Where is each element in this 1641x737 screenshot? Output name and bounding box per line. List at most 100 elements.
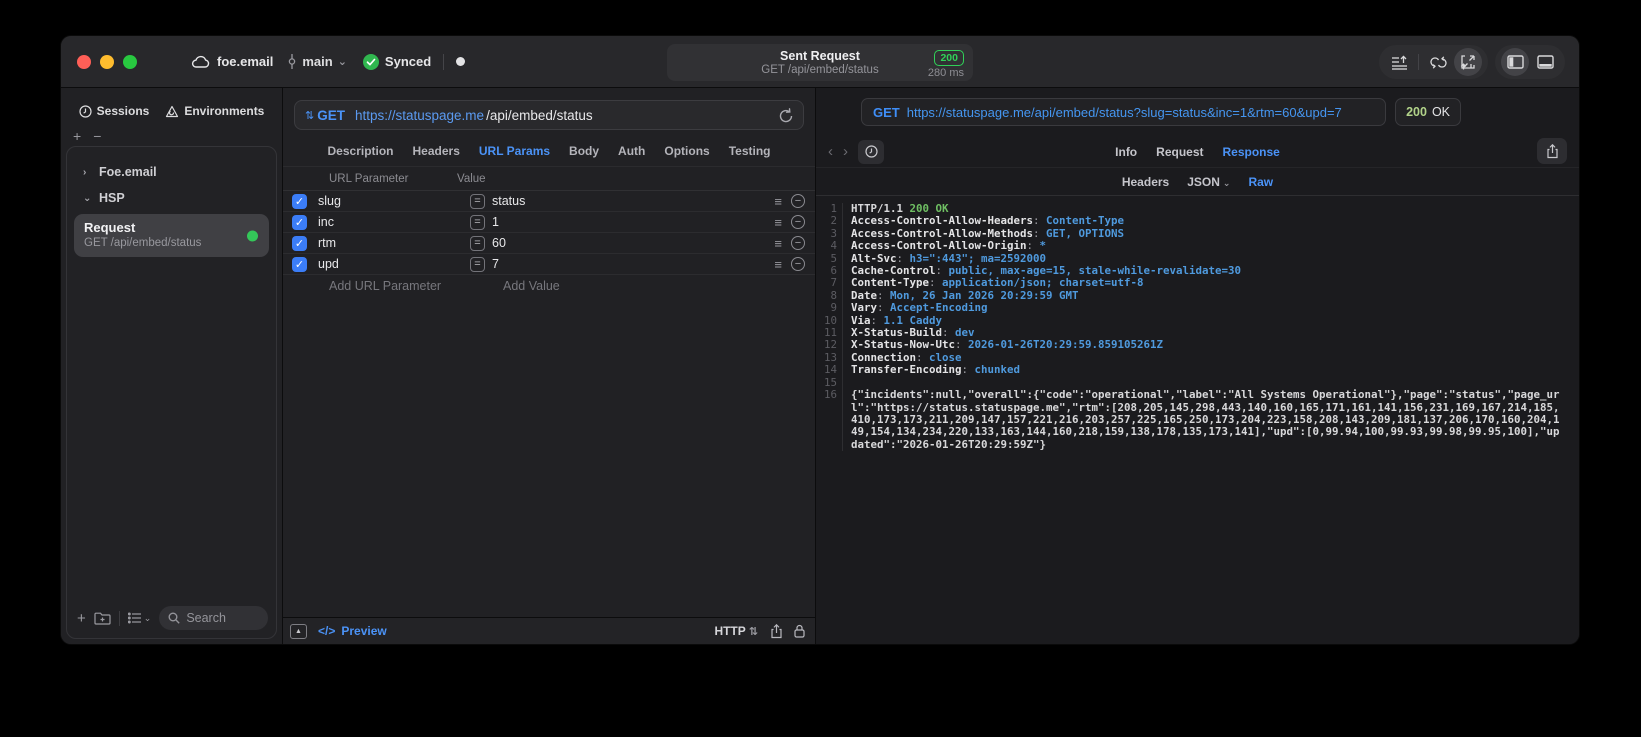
param-enabled-checkbox[interactable]: ✓ xyxy=(292,256,307,272)
response-body[interactable]: 1 HTTP/1.1 200 OK 2 Access-Control-Allow-He… xyxy=(816,196,1579,644)
method-updown-icon: ⇅ xyxy=(305,109,315,122)
add-value-placeholder[interactable]: Add Value xyxy=(503,279,560,293)
remove-session-button[interactable]: − xyxy=(93,128,101,144)
line-number: 9 xyxy=(816,301,843,315)
equals-icon: = xyxy=(470,235,485,251)
protocol-selector[interactable]: HTTP ⇅ xyxy=(714,624,759,638)
response-subtab-raw[interactable]: Raw xyxy=(1248,175,1273,189)
editor-tab-description[interactable]: Description xyxy=(328,144,394,158)
zoom-window-button[interactable] xyxy=(123,54,137,69)
line-number: 2 xyxy=(816,214,843,228)
editor-tab-testing[interactable]: Testing xyxy=(729,144,771,158)
tree-request-selected[interactable]: Request GET /api/embed/status xyxy=(74,214,269,257)
response-method: GET xyxy=(873,104,900,120)
tree-group-foe-email[interactable]: › Foe.email xyxy=(67,159,276,185)
sync-loop-button[interactable] xyxy=(1424,48,1452,76)
params-table-header: URL Parameter Value xyxy=(283,167,815,191)
response-status-code: 200 xyxy=(1406,105,1427,119)
param-name-field[interactable]: inc xyxy=(318,215,470,229)
export-response-button[interactable] xyxy=(1537,138,1567,164)
param-value-field[interactable]: status xyxy=(492,194,774,208)
import-steps-button[interactable] xyxy=(1385,48,1413,76)
row-options-icon[interactable]: ≡ xyxy=(774,194,782,209)
response-subtabs: Headers JSON ⌄ Raw xyxy=(816,168,1579,196)
add-session-button[interactable]: + xyxy=(73,128,81,144)
request-subtitle: GET /api/embed/status xyxy=(84,237,202,249)
line-text: Vary: Accept-Encoding xyxy=(851,301,988,315)
history-forward-button[interactable]: › xyxy=(843,143,848,160)
expand-panel-button[interactable]: ▲ xyxy=(290,623,307,639)
new-folder-button[interactable] xyxy=(94,611,111,625)
add-item-button[interactable]: + xyxy=(77,610,86,627)
response-tab-info[interactable]: Info xyxy=(1115,145,1137,159)
param-value-field[interactable]: 60 xyxy=(492,236,774,250)
param-name-field[interactable]: upd xyxy=(318,257,470,271)
toggle-sidebar-button[interactable] xyxy=(1501,48,1529,76)
chevron-down-icon: ⌄ xyxy=(1222,177,1231,188)
branch-selector[interactable]: main ⌄ xyxy=(287,54,347,69)
line-number: 16 xyxy=(816,388,843,452)
sort-list-button[interactable]: ⌄ xyxy=(127,612,151,624)
param-row-slug: ✓ slug = status ≡ − xyxy=(283,191,815,212)
row-options-icon[interactable]: ≡ xyxy=(774,236,782,251)
row-options-icon[interactable]: ≡ xyxy=(774,215,782,230)
send-reload-icon[interactable] xyxy=(779,107,793,123)
response-status-box: 200 OK xyxy=(1395,98,1461,126)
share-request-button[interactable] xyxy=(770,623,783,639)
editor-tab-url-params[interactable]: URL Params xyxy=(479,144,550,158)
equals-icon: = xyxy=(470,256,485,272)
updown-icon: ⇅ xyxy=(748,625,758,638)
close-window-button[interactable] xyxy=(77,54,91,69)
equals-icon: = xyxy=(470,193,485,209)
lock-icon[interactable] xyxy=(794,624,805,638)
preview-button[interactable]: </> Preview xyxy=(318,624,387,638)
tree-group-hsp[interactable]: ⌄ HSP xyxy=(67,185,276,211)
history-back-button[interactable]: ‹ xyxy=(828,143,833,160)
remove-row-button[interactable]: − xyxy=(791,215,805,229)
method-selector[interactable]: GET xyxy=(317,108,345,123)
response-panel: GET https://statuspage.me/api/embed/stat… xyxy=(816,88,1579,644)
sent-request-url[interactable]: GET https://statuspage.me/api/embed/stat… xyxy=(861,98,1387,126)
sync-status[interactable]: Synced xyxy=(362,53,431,70)
response-tab-response[interactable]: Response xyxy=(1222,145,1279,159)
param-enabled-checkbox[interactable]: ✓ xyxy=(292,235,307,251)
request-editor: ⇅ GET https://statuspage.me /api/embed/s… xyxy=(283,88,816,644)
editor-tab-headers[interactable]: Headers xyxy=(413,144,460,158)
response-subtab-json[interactable]: JSON ⌄ xyxy=(1187,175,1230,189)
param-enabled-checkbox[interactable]: ✓ xyxy=(292,214,307,230)
params-add-row[interactable]: Add URL Parameter Add Value xyxy=(283,275,815,297)
remove-row-button[interactable]: − xyxy=(791,194,805,208)
clock-icon xyxy=(864,145,878,158)
import-export-button[interactable] xyxy=(1454,48,1482,76)
project-switcher[interactable]: foe.email xyxy=(191,54,273,69)
minimize-window-button[interactable] xyxy=(100,54,114,69)
titlebar: foe.email main ⌄ Synced Sent Request GET… xyxy=(61,36,1579,88)
editor-tab-body[interactable]: Body xyxy=(569,144,599,158)
bottom-panel-icon xyxy=(1536,55,1554,69)
remove-row-button[interactable]: − xyxy=(791,236,805,250)
add-url-parameter-placeholder[interactable]: Add URL Parameter xyxy=(329,279,503,293)
toggle-bottom-panel-button[interactable] xyxy=(1531,48,1559,76)
param-name-field[interactable]: rtm xyxy=(318,236,470,250)
editor-tab-auth[interactable]: Auth xyxy=(618,144,645,158)
response-subtab-headers[interactable]: Headers xyxy=(1122,175,1169,189)
loop-arrows-icon xyxy=(1429,55,1448,70)
param-enabled-checkbox[interactable]: ✓ xyxy=(292,193,307,209)
column-value: Value xyxy=(457,172,486,185)
param-name-field[interactable]: slug xyxy=(318,194,470,208)
sidebar-search-input[interactable]: Search xyxy=(159,606,268,630)
sidebar-tab-environments[interactable]: Environments xyxy=(165,104,264,118)
request-url-bar[interactable]: ⇅ GET https://statuspage.me /api/embed/s… xyxy=(294,100,804,130)
row-options-icon[interactable]: ≡ xyxy=(774,257,782,272)
editor-tab-options[interactable]: Options xyxy=(664,144,709,158)
param-value-field[interactable]: 7 xyxy=(492,257,774,271)
sidebar-tab-sessions[interactable]: Sessions xyxy=(79,104,149,118)
request-editor-tabs: Description Headers URL Params Body Auth Opti… xyxy=(283,135,815,167)
remove-row-button[interactable]: − xyxy=(791,257,805,271)
activity-center[interactable]: Sent Request GET /api/embed/status 200 2… xyxy=(667,44,973,81)
preview-label: Preview xyxy=(341,624,387,638)
response-tab-request[interactable]: Request xyxy=(1156,145,1203,159)
param-value-field[interactable]: 1 xyxy=(492,215,774,229)
history-button[interactable] xyxy=(858,139,884,164)
cloud-icon xyxy=(191,55,210,68)
